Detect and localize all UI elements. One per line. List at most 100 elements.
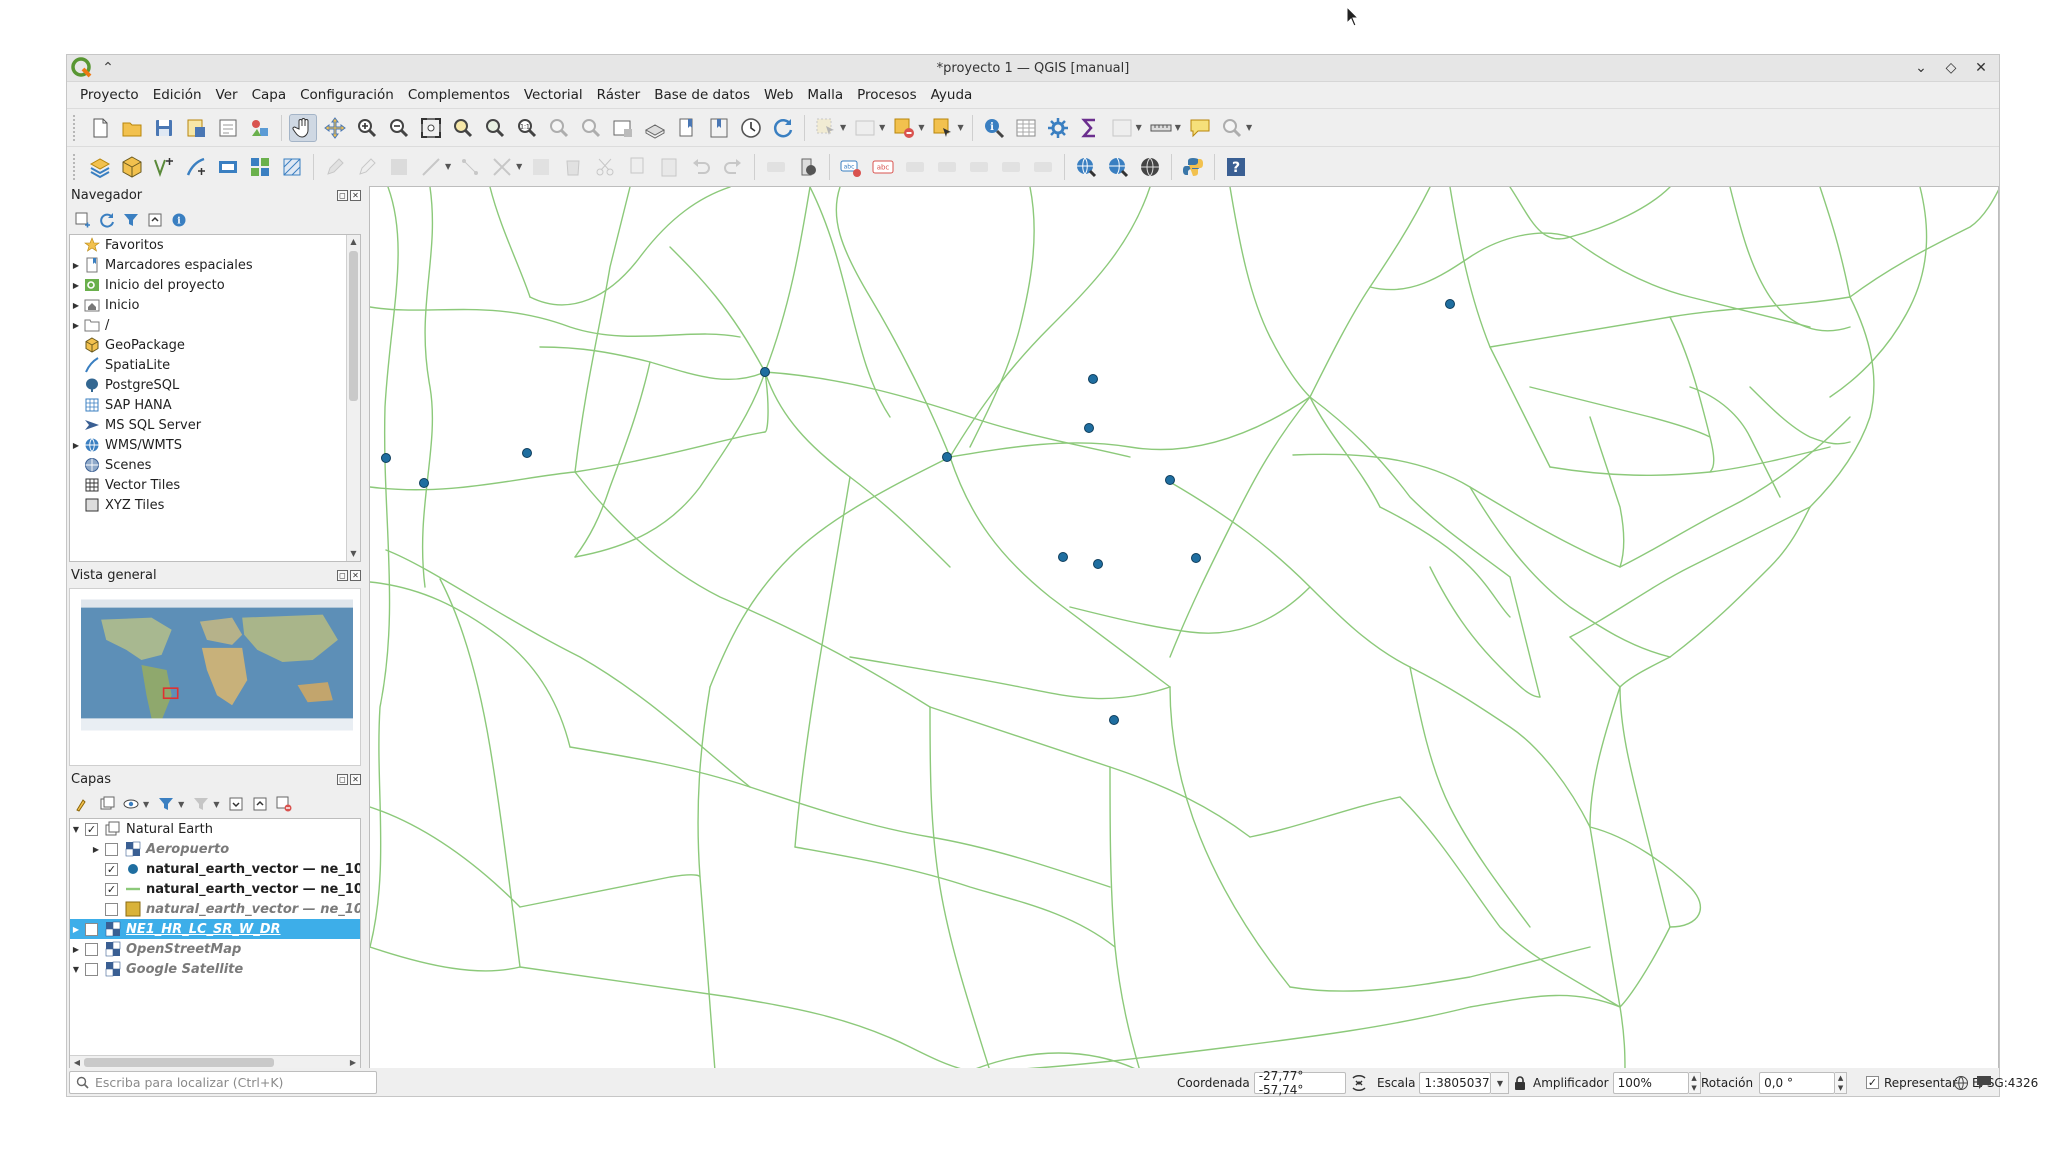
- menu-vectorial[interactable]: Vectorial: [517, 87, 590, 103]
- menu-configuracion[interactable]: Configuración: [293, 87, 401, 103]
- zoom-to-selection-icon[interactable]: [449, 114, 477, 142]
- select-location-icon[interactable]: [929, 114, 957, 142]
- overview-map[interactable]: [69, 588, 361, 766]
- menu-ver[interactable]: Ver: [209, 87, 245, 103]
- airport-point[interactable]: [1093, 559, 1103, 569]
- browser-item[interactable]: ▶ Inicio: [70, 295, 346, 315]
- layer-item[interactable]: ▶ Aeropuerto: [70, 839, 360, 859]
- locate-icon[interactable]: [1218, 114, 1246, 142]
- minimize-button[interactable]: ⌄: [1911, 58, 1931, 78]
- save-as-icon[interactable]: [182, 114, 210, 142]
- messages-icon[interactable]: [1975, 1074, 1993, 1090]
- expand-arrow-icon[interactable]: ▶: [70, 261, 82, 270]
- layer-visibility-checkbox[interactable]: [85, 962, 98, 976]
- delete-selected-icon[interactable]: [559, 153, 587, 181]
- airport-point[interactable]: [1165, 475, 1175, 485]
- float-panel-button[interactable]: ◻: [337, 570, 348, 581]
- rotation-spin-arrows[interactable]: ▲ ▼: [1835, 1071, 1848, 1094]
- close-panel-button[interactable]: ✕: [350, 190, 361, 201]
- cut-features-icon[interactable]: [591, 153, 619, 181]
- add-layers-icon[interactable]: [73, 210, 93, 230]
- collapse-arrow-icon[interactable]: ▼: [70, 825, 82, 834]
- airport-point[interactable]: [1058, 552, 1068, 562]
- lock-scale-icon[interactable]: [1513, 1075, 1527, 1091]
- menu-web[interactable]: Web: [757, 87, 800, 103]
- browser-scrollbar[interactable]: ▲ ▼: [346, 235, 360, 561]
- scroll-up-icon[interactable]: ▲: [347, 235, 360, 249]
- browser-item[interactable]: XYZ Tiles: [70, 495, 346, 515]
- save-layer-edits-icon[interactable]: [385, 153, 413, 181]
- layer-labeling-icon[interactable]: [794, 153, 822, 181]
- scroll-down-icon[interactable]: ▼: [347, 547, 360, 561]
- move-label-icon[interactable]: [901, 153, 929, 181]
- close-button[interactable]: ✕: [1971, 58, 1991, 78]
- zoom-last-icon[interactable]: [545, 114, 573, 142]
- menu-complementos[interactable]: Complementos: [401, 87, 517, 103]
- layer-item[interactable]: ▼ Google Satellite: [70, 959, 360, 979]
- expand-arrow-icon[interactable]: ▶: [90, 845, 102, 854]
- redo-icon[interactable]: [719, 153, 747, 181]
- remove-layer-icon[interactable]: [274, 794, 294, 814]
- layer-item[interactable]: ▶ OpenStreetMap: [70, 939, 360, 959]
- layer-item[interactable]: ✓ natural_earth_vector — ne_10m_: [70, 859, 360, 879]
- magnifier-spin-arrows[interactable]: ▲ ▼: [1688, 1071, 1701, 1094]
- new-project-icon[interactable]: [86, 114, 114, 142]
- data-source-manager-icon[interactable]: [86, 153, 114, 181]
- airport-point[interactable]: [522, 448, 532, 458]
- browser-item[interactable]: Favoritos: [70, 235, 346, 255]
- new-map-view-icon[interactable]: [609, 114, 637, 142]
- layer-visibility-checkbox[interactable]: ✓: [105, 882, 118, 896]
- pin-diagram-icon[interactable]: [1029, 153, 1057, 181]
- menu-edicion[interactable]: Edición: [146, 87, 209, 103]
- layer-visibility-checkbox[interactable]: ✓: [85, 822, 98, 836]
- new-virtual-layer-icon[interactable]: [214, 153, 242, 181]
- save-project-icon[interactable]: [150, 114, 178, 142]
- layer-item[interactable]: ▶ NE1_HR_LC_SR_W_DR: [70, 919, 360, 939]
- float-panel-button[interactable]: ◻: [337, 190, 348, 201]
- undo-icon[interactable]: [687, 153, 715, 181]
- layer-item[interactable]: natural_earth_vector — ne_10m_a: [70, 899, 360, 919]
- filter-legend-icon[interactable]: [156, 794, 176, 814]
- airport-point[interactable]: [381, 453, 391, 463]
- new-shapefile-layer-icon[interactable]: [150, 153, 178, 181]
- quickmapservices-icon[interactable]: [1136, 153, 1164, 181]
- temporal-controller-icon[interactable]: [737, 114, 765, 142]
- style-panel-icon[interactable]: [73, 794, 93, 814]
- zoom-full-icon[interactable]: [417, 114, 445, 142]
- scale-combobox[interactable]: 1:3805037: [1419, 1071, 1492, 1094]
- refresh-icon[interactable]: [769, 114, 797, 142]
- vertex-tool-dropdown-icon[interactable]: [488, 153, 516, 181]
- float-panel-button[interactable]: ◻: [337, 774, 348, 785]
- magnifier-spinbox[interactable]: 100%: [1612, 1071, 1689, 1094]
- airport-point[interactable]: [419, 478, 429, 488]
- locator-search-field[interactable]: Escriba para localizar (Ctrl+K): [69, 1071, 377, 1094]
- browser-item[interactable]: Scenes: [70, 455, 346, 475]
- toolbar-handle-2[interactable]: [73, 153, 79, 180]
- expand-arrow-icon[interactable]: ▶: [70, 321, 82, 330]
- menu-malla[interactable]: Malla: [800, 87, 850, 103]
- browser-item[interactable]: ▶ Marcadores espaciales: [70, 255, 346, 275]
- new-mesh-layer-icon[interactable]: [278, 153, 306, 181]
- keep-above-icon[interactable]: ⌃: [99, 59, 117, 77]
- vertex-tool-icon[interactable]: [456, 153, 484, 181]
- layer-visibility-checkbox[interactable]: [85, 942, 98, 956]
- map-tips-icon[interactable]: [1186, 114, 1214, 142]
- label-toolbar-icon[interactable]: [762, 153, 790, 181]
- zoom-out-icon[interactable]: [385, 114, 413, 142]
- toggle-editing-icon[interactable]: [353, 153, 381, 181]
- layer-visibility-checkbox[interactable]: [105, 902, 118, 916]
- paste-features-icon[interactable]: [655, 153, 683, 181]
- help-icon[interactable]: ?: [1222, 153, 1250, 181]
- open-project-icon[interactable]: [118, 114, 146, 142]
- scroll-thumb[interactable]: [349, 251, 358, 401]
- scale-dropdown-icon[interactable]: ▼: [1491, 1071, 1510, 1094]
- browser-item[interactable]: MS SQL Server: [70, 415, 346, 435]
- zoom-next-icon[interactable]: [577, 114, 605, 142]
- hscroll-thumb[interactable]: [84, 1058, 274, 1067]
- close-panel-button[interactable]: ✕: [350, 774, 361, 785]
- properties-icon[interactable]: i: [169, 210, 189, 230]
- expand-all-icon[interactable]: [226, 794, 246, 814]
- rotation-spinbox[interactable]: 0,0 °: [1759, 1071, 1836, 1094]
- browser-item[interactable]: SAP HANA: [70, 395, 346, 415]
- open-field-calculator-icon[interactable]: [1108, 114, 1136, 142]
